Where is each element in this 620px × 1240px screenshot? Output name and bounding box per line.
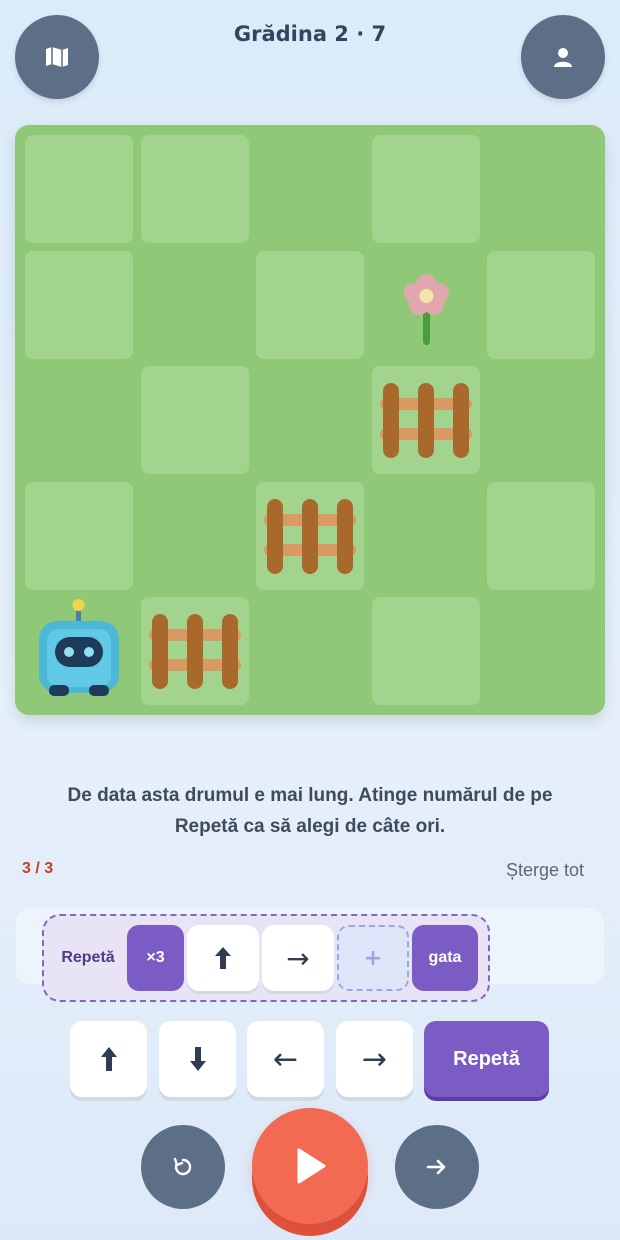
palette-left-button[interactable]: ← xyxy=(247,1021,324,1097)
reset-button[interactable] xyxy=(141,1125,225,1209)
board-cell xyxy=(487,135,595,243)
board-cell xyxy=(487,597,595,705)
board-cell xyxy=(487,250,595,359)
repeat-done-button[interactable]: gata xyxy=(412,925,478,991)
play-icon xyxy=(297,1148,326,1184)
board-cell xyxy=(25,481,133,590)
board-cell xyxy=(487,366,595,474)
board-cell xyxy=(256,481,364,590)
game-board xyxy=(15,125,605,715)
arrow-down-icon xyxy=(189,1047,206,1071)
board-cell xyxy=(371,597,480,705)
board-cell xyxy=(25,135,133,243)
board-cell xyxy=(25,366,133,474)
palette-right-button[interactable]: → xyxy=(336,1021,413,1097)
instruction-text: De data asta drumul e mai lung. Atinge n… xyxy=(67,785,553,837)
map-icon xyxy=(46,47,68,67)
fence-icon xyxy=(379,383,472,458)
arrow-up-icon xyxy=(215,947,231,969)
program-block-up[interactable] xyxy=(187,925,259,991)
board-cell xyxy=(141,251,249,359)
reset-icon xyxy=(173,1157,192,1176)
board-cell xyxy=(487,481,595,590)
board-cell xyxy=(371,135,480,243)
board-cell xyxy=(256,135,364,243)
block-counter: 3 / 3 xyxy=(22,860,54,877)
board-cell xyxy=(256,366,364,474)
arrow-up-icon xyxy=(100,1047,117,1071)
board-cell xyxy=(140,597,249,705)
board-cell xyxy=(371,366,480,474)
board-cell xyxy=(140,135,249,243)
fence-icon xyxy=(264,498,356,574)
clear-all-button[interactable]: Șterge tot xyxy=(506,860,584,881)
board-cell xyxy=(140,366,249,474)
board-cell xyxy=(372,251,480,359)
board-cell xyxy=(25,597,133,705)
palette-up-button[interactable] xyxy=(70,1021,147,1097)
step-button[interactable] xyxy=(395,1125,479,1209)
board-cell xyxy=(256,250,364,359)
board-cell xyxy=(256,597,364,705)
step-arrow-icon xyxy=(426,1159,446,1175)
profile-button[interactable] xyxy=(521,15,605,99)
program-block-right[interactable]: → xyxy=(262,925,334,991)
repeat-block-label: Repetă xyxy=(61,949,115,966)
play-button[interactable] xyxy=(252,1108,368,1224)
add-block-slot[interactable]: + xyxy=(337,925,409,991)
robot-icon xyxy=(39,599,119,696)
repeat-times-button[interactable]: ×3 xyxy=(127,925,184,991)
fence-icon xyxy=(148,614,241,689)
board-cell xyxy=(372,482,480,590)
flower-icon xyxy=(403,273,449,345)
board-cell xyxy=(25,250,133,359)
palette-down-button[interactable] xyxy=(159,1021,236,1097)
user-icon xyxy=(554,48,572,67)
palette-repeat-button[interactable]: Repetă xyxy=(424,1021,549,1097)
board-cell xyxy=(141,482,249,590)
